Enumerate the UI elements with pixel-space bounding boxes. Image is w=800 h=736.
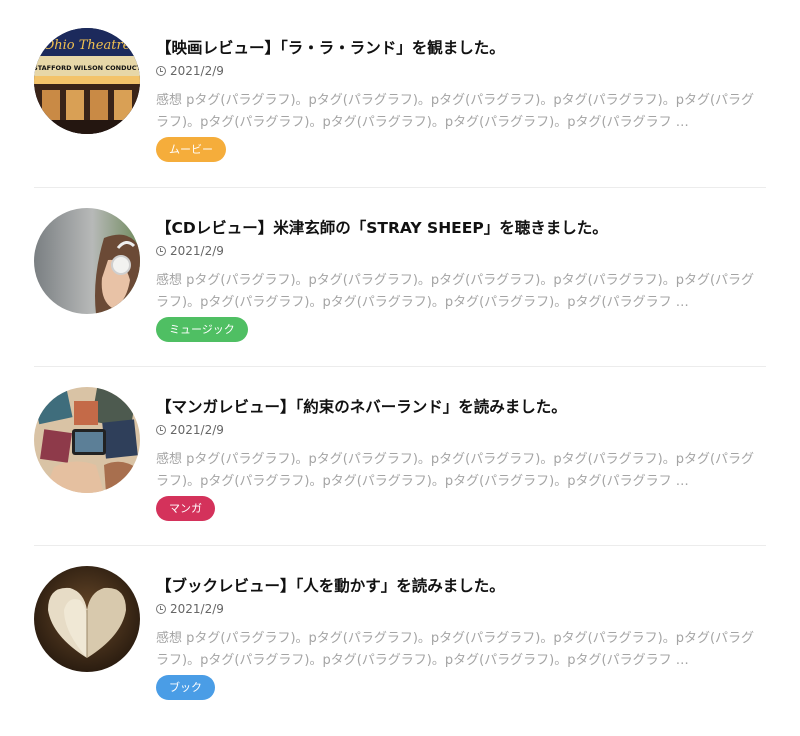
post-date: 2021/2/9 <box>156 423 224 437</box>
post-title[interactable]: 【ブックレビュー】「人を動かす」を読みました。 <box>156 574 766 596</box>
clock-icon <box>156 425 166 435</box>
post-thumbnail-book-heart[interactable] <box>34 566 140 672</box>
category-tag-book[interactable]: ブック <box>156 675 215 700</box>
post-title[interactable]: 【CDレビュー】米津玄師の「STRAY SHEEP」を聴きました。 <box>156 216 766 238</box>
clock-icon <box>156 246 166 256</box>
post-title[interactable]: 【マンガレビュー】「約束のネバーランド」を読みました。 <box>156 395 766 417</box>
divider <box>34 366 766 367</box>
post-thumbnail-magazines[interactable] <box>34 387 140 493</box>
clock-icon <box>156 66 166 76</box>
post-excerpt: 感想 pタグ(パラグラフ)。pタグ(パラグラフ)。pタグ(パラグラフ)。pタグ(… <box>156 631 755 668</box>
category-tag-movie[interactable]: ムービー <box>156 137 226 162</box>
clock-icon <box>156 604 166 614</box>
category-tag-manga[interactable]: マンガ <box>156 496 215 521</box>
post-card[interactable]: 【マンガレビュー】「約束のネバーランド」を読みました。 2021/2/9 感想 … <box>34 387 766 557</box>
post-card[interactable]: 【ブックレビュー】「人を動かす」を読みました。 2021/2/9 感想 pタグ(… <box>34 566 766 736</box>
post-date-text: 2021/2/9 <box>170 244 224 258</box>
svg-text:Ohio Theatre: Ohio Theatre <box>44 38 131 53</box>
post-thumbnail-headphones[interactable] <box>34 208 140 314</box>
post-excerpt: 感想 pタグ(パラグラフ)。pタグ(パラグラフ)。pタグ(パラグラフ)。pタグ(… <box>156 452 755 489</box>
post-list: Ohio Theatre STAFFORD WILSON CONDUCT 【映画… <box>0 0 800 718</box>
post-title[interactable]: 【映画レビュー】「ラ・ラ・ランド」を観ました。 <box>156 36 766 58</box>
post-date: 2021/2/9 <box>156 244 224 258</box>
category-tag-music[interactable]: ミュージック <box>156 317 248 342</box>
post-excerpt: 感想 pタグ(パラグラフ)。pタグ(パラグラフ)。pタグ(パラグラフ)。pタグ(… <box>156 273 755 310</box>
post-date-text: 2021/2/9 <box>170 602 224 616</box>
post-card[interactable]: 【CDレビュー】米津玄師の「STRAY SHEEP」を聴きました。 2021/2… <box>34 208 766 378</box>
divider <box>34 187 766 188</box>
post-thumbnail-theater[interactable]: Ohio Theatre STAFFORD WILSON CONDUCT <box>34 28 140 134</box>
post-card[interactable]: Ohio Theatre STAFFORD WILSON CONDUCT 【映画… <box>34 28 766 198</box>
svg-text:STAFFORD WILSON CONDUCT: STAFFORD WILSON CONDUCT <box>34 64 140 72</box>
divider <box>34 545 766 546</box>
post-date-text: 2021/2/9 <box>170 64 224 78</box>
post-date-text: 2021/2/9 <box>170 423 224 437</box>
post-excerpt: 感想 pタグ(パラグラフ)。pタグ(パラグラフ)。pタグ(パラグラフ)。pタグ(… <box>156 93 755 130</box>
post-date: 2021/2/9 <box>156 64 224 78</box>
post-date: 2021/2/9 <box>156 602 224 616</box>
